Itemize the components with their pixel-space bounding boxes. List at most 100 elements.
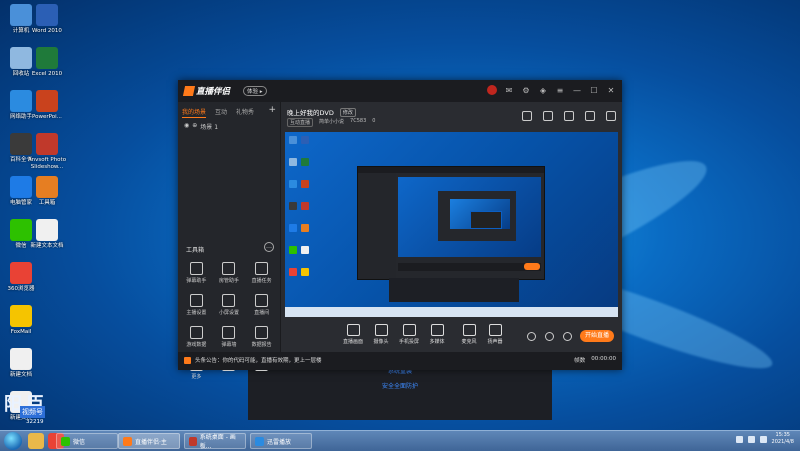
tool-item[interactable]: 房管助手 xyxy=(213,262,246,284)
desktop-icon-label: Anvsoft Photo Slideshow... xyxy=(27,157,67,170)
tool-label: 小屏设置 xyxy=(218,310,239,316)
start-button[interactable] xyxy=(4,432,22,450)
taskbar-task[interactable]: 直播伴侣·主 xyxy=(118,433,180,449)
desktop-icon[interactable]: 新建文本文档 xyxy=(26,219,68,250)
more-icon[interactable]: … xyxy=(264,242,274,252)
wall-icon xyxy=(222,326,236,339)
desktop-icon[interactable]: Anvsoft Photo Slideshow... xyxy=(26,133,68,171)
tool-label: 弹幕助手 xyxy=(186,278,207,284)
lock-icon[interactable]: ⊕ xyxy=(192,122,197,131)
app-logo: 直播伴侣 xyxy=(182,85,231,97)
desktop-icon[interactable]: FoxMail xyxy=(0,305,42,336)
document-icon xyxy=(10,348,32,370)
tool-item[interactable]: 主播设置 xyxy=(180,294,213,316)
streaming-app-window: 直播伴侣 体验 ▸ ✉ ⚙ ◈ ≡ — ☐ ✕ 我的场景 互动 礼物秀 + ◉ … xyxy=(178,80,622,380)
speaker-icon xyxy=(488,324,502,336)
network-icon[interactable] xyxy=(735,435,743,443)
eye-icon[interactable]: ◉ xyxy=(184,122,189,131)
control-button[interactable]: 扬声器 xyxy=(481,324,509,345)
add-scene-icon[interactable]: + xyxy=(268,105,276,115)
nested-bottombar xyxy=(398,263,541,271)
tab-interact[interactable]: 互动 xyxy=(215,107,227,118)
app-name: 直播伴侣 xyxy=(196,87,231,97)
nested-sidebar xyxy=(358,173,396,279)
minimize-icon[interactable]: — xyxy=(572,85,582,95)
background-window-line2[interactable]: 安全全面防护 xyxy=(248,381,552,390)
document-icon xyxy=(36,219,58,241)
go-live-button[interactable]: 开始直播 xyxy=(580,330,614,342)
gift-icon[interactable] xyxy=(522,111,532,121)
category-tag[interactable]: 互动直播 xyxy=(287,118,314,127)
control-label: 麦克风 xyxy=(461,339,477,345)
download-icon xyxy=(222,294,236,307)
notice[interactable]: 头条公告：你的代码可能，直播有效期，更上一层楼 xyxy=(184,356,322,364)
volume-icon[interactable] xyxy=(747,435,755,443)
window-icon[interactable] xyxy=(527,332,536,341)
app-logo-icon xyxy=(182,86,196,96)
tool-item[interactable]: 小屏设置 xyxy=(213,294,246,316)
desktop-icon[interactable]: Word 2010 xyxy=(26,4,68,35)
left-tabs: 我的场景 互动 礼物秀 xyxy=(182,107,254,118)
desktop-icon[interactable]: Excel 2010 xyxy=(26,47,68,78)
control-button[interactable]: 多媒体 xyxy=(423,324,451,345)
app-titlebar[interactable]: 直播伴侣 体验 ▸ ✉ ⚙ ◈ ≡ — ☐ ✕ xyxy=(178,80,622,102)
status-timer: 00:00:00 xyxy=(591,356,616,362)
tool-label: 弹幕墙 xyxy=(221,342,237,348)
share-icon[interactable] xyxy=(606,111,616,121)
control-label: 摄像头 xyxy=(373,339,389,345)
preview-desktop-icon xyxy=(301,136,309,144)
taskbar-task[interactable]: 微信 xyxy=(56,433,118,449)
tab-scenes[interactable]: 我的场景 xyxy=(182,107,207,118)
desktop-icon[interactable]: 360浏览器 xyxy=(0,262,42,293)
scene-item[interactable]: ◉ ⊕ 场景 1 xyxy=(184,122,218,131)
control-button[interactable]: 麦克风 xyxy=(455,324,483,345)
desktop-icon[interactable]: 工具箱 xyxy=(26,176,68,207)
stream-title-row: 晚上好我的DVD 修改 xyxy=(287,107,356,117)
danmu-icon xyxy=(189,262,203,275)
skin-icon[interactable]: ◈ xyxy=(538,85,548,95)
tool-item[interactable]: 数据报告 xyxy=(245,326,278,348)
phone-icon xyxy=(402,324,416,336)
tool-item[interactable]: 弹幕助手 xyxy=(180,262,213,284)
record-icon[interactable] xyxy=(564,111,574,121)
stream-preview[interactable] xyxy=(285,132,618,317)
desktop-icon-label: FoxMail xyxy=(10,329,32,335)
control-button[interactable]: 手机投屏 xyxy=(395,324,423,345)
bell-icon[interactable] xyxy=(585,111,595,121)
task-icon xyxy=(255,262,269,275)
tool-item[interactable]: 直播间 xyxy=(245,294,278,316)
tab-gifts[interactable]: 礼物秀 xyxy=(236,107,254,118)
desktop-icon[interactable]: 新建文档 xyxy=(0,348,42,379)
taskbar-task[interactable]: 系统桌面 - 画板... xyxy=(184,433,246,450)
nested-preview-3 xyxy=(470,211,502,229)
menu-icon[interactable]: ≡ xyxy=(555,85,565,95)
visibility-icon[interactable] xyxy=(545,332,554,341)
edit-title-button[interactable]: 修改 xyxy=(339,107,356,117)
version-badge[interactable]: 体验 ▸ xyxy=(243,86,267,96)
pinned-ie-icon[interactable] xyxy=(28,433,44,449)
taskbar-task[interactable]: 迅雷播放 xyxy=(250,433,312,449)
settings-icon[interactable]: ⚙ xyxy=(521,85,531,95)
layout-icon[interactable] xyxy=(543,111,553,121)
control-button[interactable]: 直播画面 xyxy=(339,324,367,345)
control-button[interactable]: 摄像头 xyxy=(367,324,395,345)
task-icon xyxy=(189,436,197,446)
tool-item[interactable]: 游戏数据 xyxy=(180,326,213,348)
clock[interactable]: 15:35 2021/4/8 xyxy=(772,432,794,446)
maximize-icon[interactable]: ☐ xyxy=(589,85,599,95)
nested-taskbar xyxy=(285,307,618,317)
preview-desktop-icon xyxy=(289,268,297,276)
ime-icon[interactable] xyxy=(759,435,767,443)
control-label: 扬声器 xyxy=(487,339,503,345)
background-window[interactable]: 系统重装 安全全面防护 xyxy=(248,362,552,420)
desktop-icon-label: PowerPoi... xyxy=(32,114,62,120)
desktop-icon[interactable]: PowerPoi... xyxy=(26,90,68,121)
tools-icon xyxy=(36,176,58,198)
message-icon[interactable]: ✉ xyxy=(504,85,514,95)
user-icon xyxy=(222,262,236,275)
user-avatar[interactable] xyxy=(487,85,497,95)
close-icon[interactable]: ✕ xyxy=(606,85,616,95)
gear-icon[interactable] xyxy=(563,332,572,341)
tool-item[interactable]: 直播任务 xyxy=(245,262,278,284)
tool-item[interactable]: 弹幕墙 xyxy=(213,326,246,348)
